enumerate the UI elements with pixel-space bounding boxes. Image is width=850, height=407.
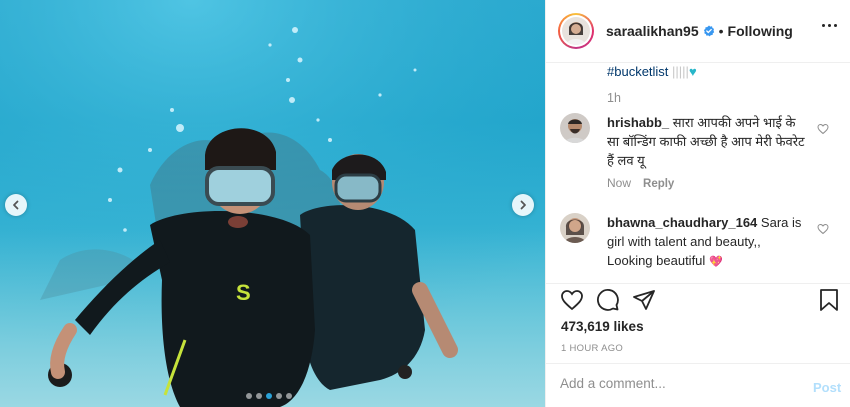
bookmark-icon — [820, 289, 838, 311]
author-username[interactable]: saraalikhan95 — [606, 23, 699, 39]
profile-photo-icon — [560, 213, 590, 243]
chevron-right-icon — [520, 200, 526, 210]
share-button[interactable] — [632, 288, 656, 317]
previous-photo-button[interactable] — [5, 194, 27, 216]
following-button[interactable]: Following — [728, 23, 793, 39]
post-timestamp[interactable]: 1 HOUR AGO — [561, 343, 623, 354]
next-photo-button[interactable] — [512, 194, 534, 216]
post-sidebar: saraalikhan95 • Following #bucketlist ||… — [545, 0, 850, 407]
post-actions: 473,619 likes 1 HOUR AGO — [546, 283, 850, 363]
caption-timestamp[interactable]: 1h — [607, 91, 621, 105]
like-button[interactable] — [560, 288, 584, 317]
carousel-dot — [256, 393, 262, 399]
comment-time[interactable]: Now — [607, 176, 631, 190]
heart-outline-icon — [817, 123, 829, 135]
profile-photo-icon — [562, 17, 590, 45]
reply-button[interactable]: Reply — [643, 178, 674, 190]
add-comment-bar: Post — [546, 363, 850, 407]
header-separator: • — [718, 23, 724, 39]
comment-username[interactable]: hrishabb_ — [607, 115, 669, 130]
sparkling-heart-icon: 💖 — [708, 256, 723, 268]
post-header: saraalikhan95 • Following — [546, 0, 850, 63]
svg-text:S: S — [236, 280, 251, 305]
comments-list: #bucketlist |||||♥ 1h hrishabb_ सारा आपक… — [546, 64, 850, 283]
like-comment-button[interactable] — [817, 222, 829, 240]
comment-meta: Now Reply — [607, 176, 674, 190]
like-count[interactable]: 473,619 likes — [561, 319, 644, 334]
carousel-dot — [276, 393, 282, 399]
comment-username[interactable]: bhawna_chaudhary_164 — [607, 215, 757, 230]
speech-bubble-icon — [597, 289, 619, 311]
blue-heart-icon: ♥ — [688, 64, 697, 79]
verified-badge-icon — [703, 25, 715, 37]
heart-outline-icon — [817, 223, 829, 235]
carousel-indicator — [246, 393, 292, 399]
post-photo[interactable]: S — [0, 0, 545, 407]
author-avatar[interactable] — [558, 13, 594, 49]
comment-input[interactable] — [560, 376, 790, 391]
more-options-icon[interactable] — [822, 24, 837, 27]
heart-outline-icon — [561, 290, 583, 311]
save-button[interactable] — [818, 288, 840, 317]
caption-faded-text: ||||| — [672, 64, 689, 79]
post-comment-button[interactable]: Post — [813, 380, 841, 395]
comment-button[interactable] — [596, 288, 620, 317]
commenter-avatar[interactable] — [560, 113, 590, 143]
carousel-dot — [246, 393, 252, 399]
profile-photo-icon — [560, 113, 590, 143]
commenter-avatar[interactable] — [560, 213, 590, 243]
carousel-dot — [286, 393, 292, 399]
carousel-dot — [266, 393, 272, 399]
underwater-scene: S — [0, 0, 545, 407]
paper-plane-icon — [633, 290, 655, 310]
chevron-left-icon — [13, 200, 19, 210]
like-comment-button[interactable] — [817, 122, 829, 140]
hashtag-link[interactable]: #bucketlist — [607, 64, 668, 79]
caption-text: #bucketlist |||||♥ — [607, 64, 697, 79]
